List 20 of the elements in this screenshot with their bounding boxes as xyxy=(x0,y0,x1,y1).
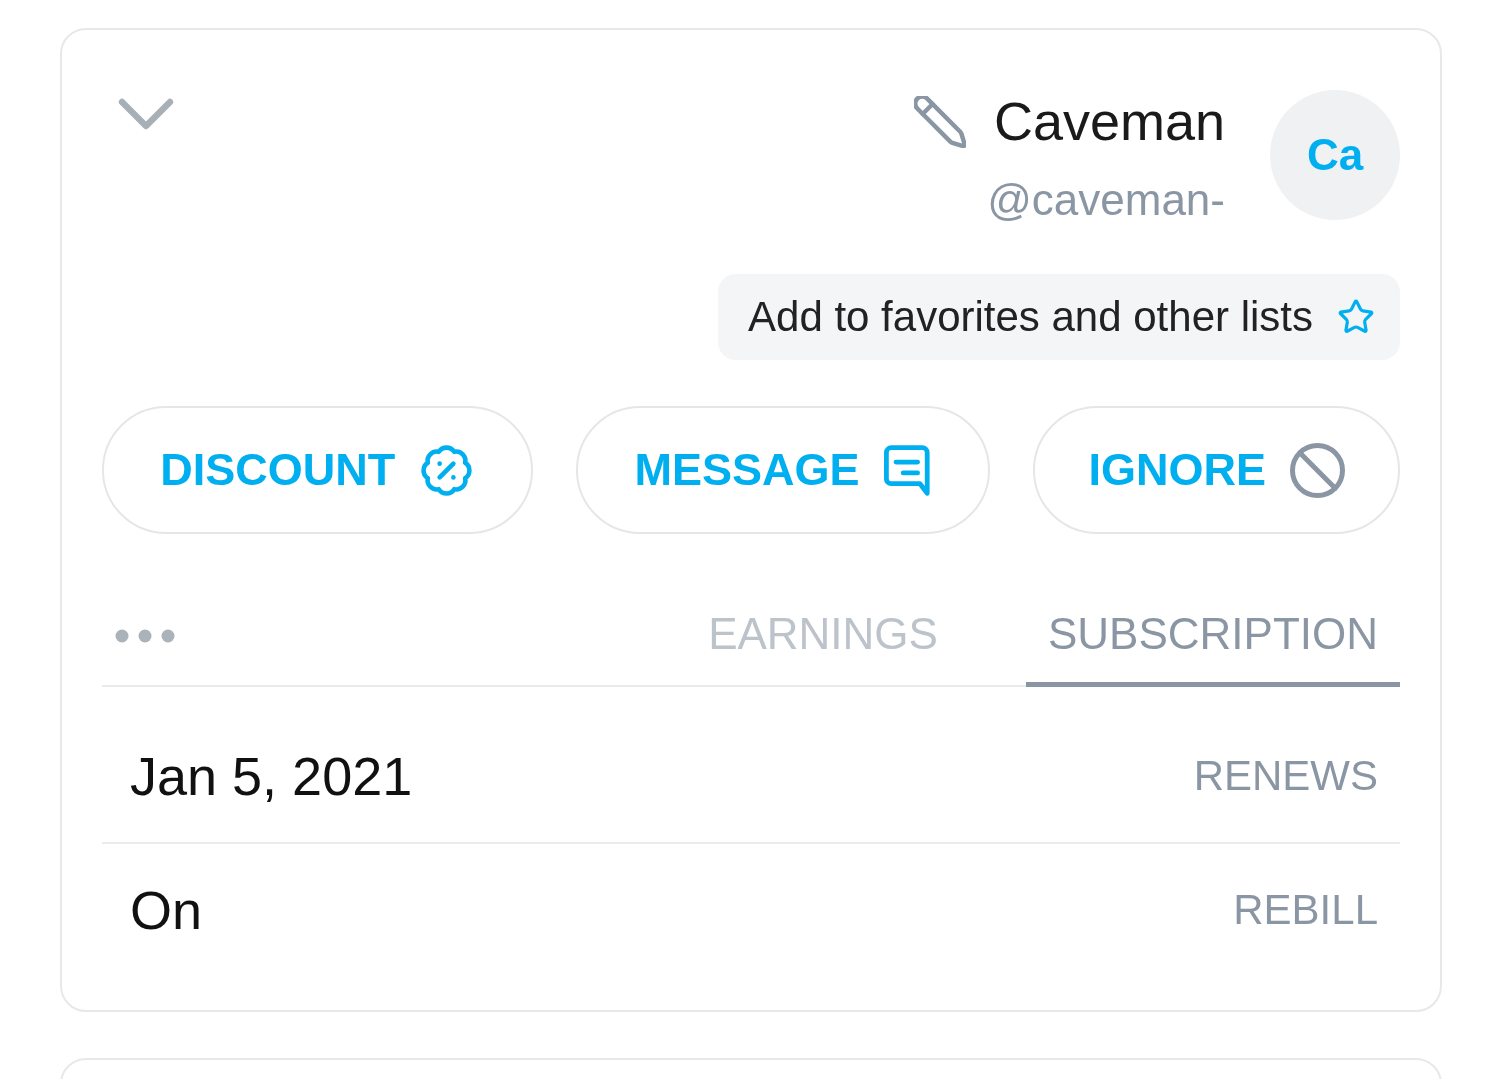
message-icon xyxy=(883,442,932,498)
star-icon xyxy=(1337,298,1375,336)
tab[interactable]: SUBSCRIPTION xyxy=(1025,586,1400,687)
detail-value: Jan 5, 2021 xyxy=(130,744,413,807)
chevron-down-icon[interactable] xyxy=(118,98,174,130)
more-icon[interactable] xyxy=(115,628,175,643)
profile-name: Caveman xyxy=(993,90,1225,152)
ban-icon xyxy=(1289,442,1345,498)
discount-button[interactable]: DISCOUNT xyxy=(102,406,533,534)
profile-handle: @caveman- xyxy=(987,174,1225,226)
favorites-button[interactable]: Add to favorites and other lists xyxy=(718,274,1400,360)
detail-label: RENEWS xyxy=(1193,751,1378,800)
avatar-initials: Ca xyxy=(1306,133,1364,177)
pencil-icon[interactable] xyxy=(913,96,966,148)
detail-value: On xyxy=(130,878,203,941)
tab[interactable]: EARNINGS xyxy=(686,586,960,687)
ignore-button[interactable]: IGNORE xyxy=(1033,406,1400,534)
message-button[interactable]: MESSAGE xyxy=(575,406,991,534)
detail-label: REBILL xyxy=(1233,885,1378,934)
discount-badge-icon xyxy=(419,442,475,498)
